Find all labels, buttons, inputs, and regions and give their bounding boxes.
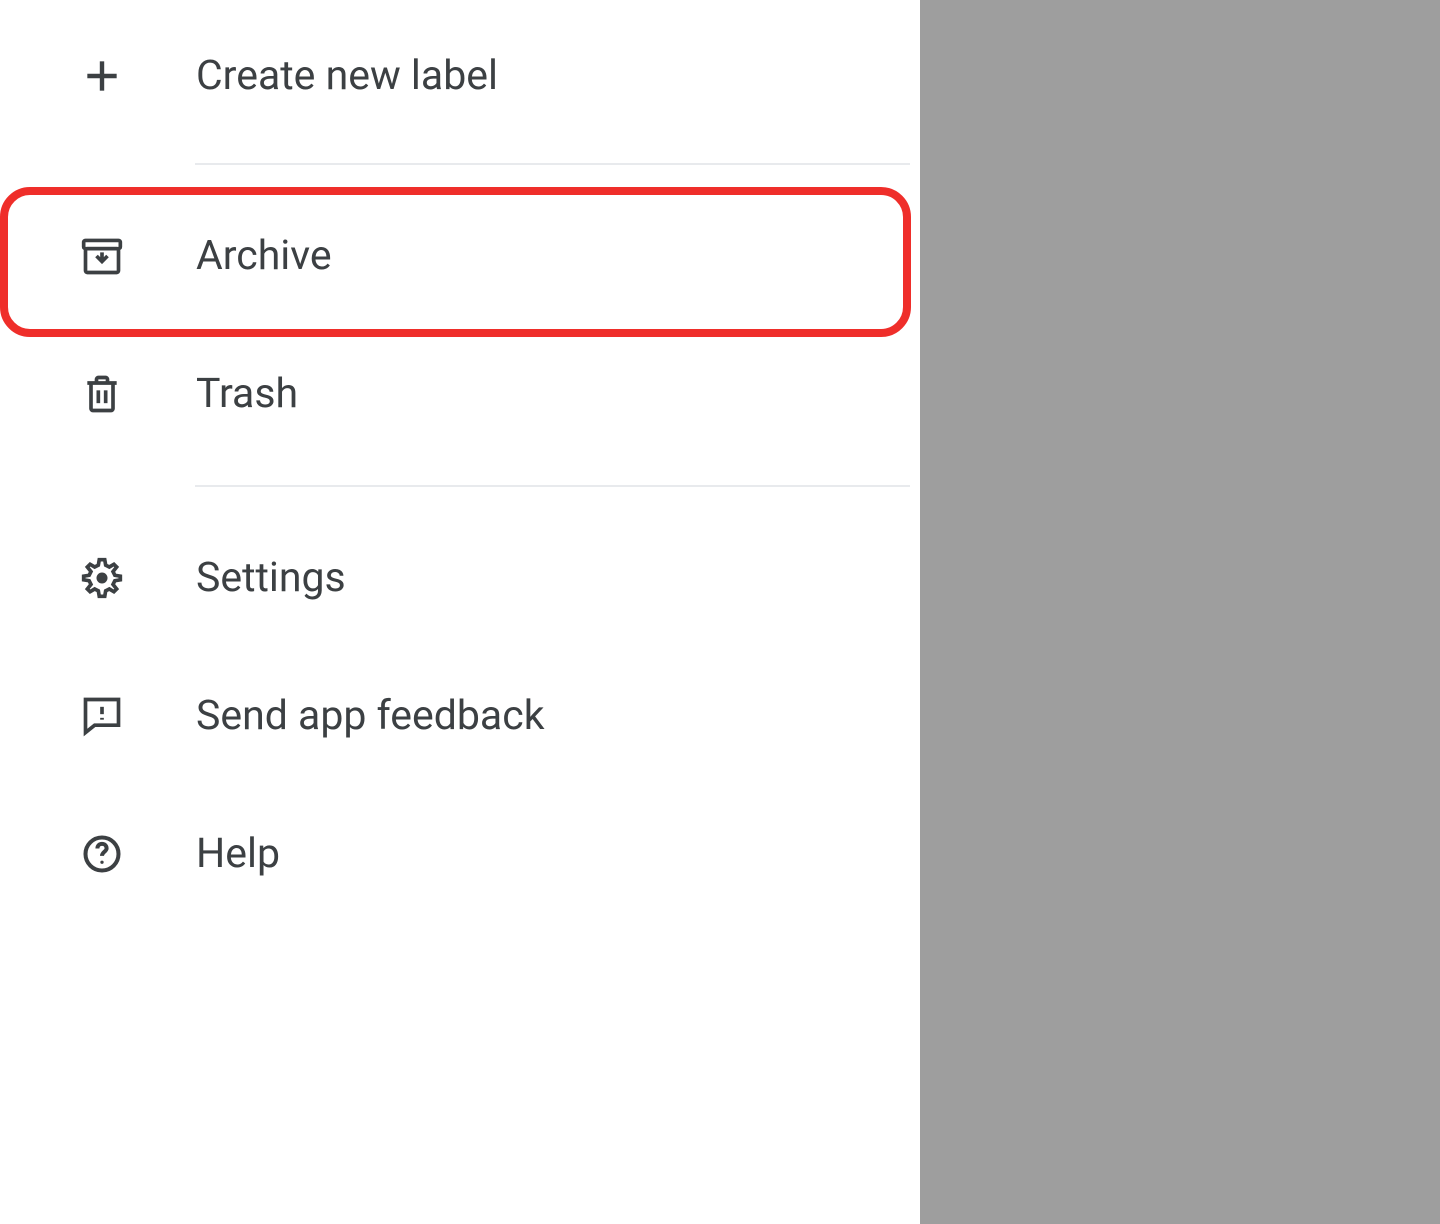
menu-item-label: Help (196, 830, 280, 878)
menu-item-label: Send app feedback (196, 692, 544, 740)
create-new-label-item[interactable]: Create new label (0, 7, 920, 145)
send-feedback-item[interactable]: Send app feedback (0, 647, 920, 785)
menu-item-label: Archive (196, 232, 332, 280)
archive-item[interactable]: Archive (0, 187, 920, 325)
trash-icon (78, 370, 126, 418)
navigation-drawer: Create new label Archive Trash (0, 0, 920, 1224)
feedback-icon (78, 692, 126, 740)
archive-icon (78, 232, 126, 280)
help-item[interactable]: Help (0, 785, 920, 923)
menu-item-label: Trash (196, 370, 298, 418)
help-icon (78, 830, 126, 878)
trash-item[interactable]: Trash (0, 325, 920, 463)
settings-item[interactable]: Settings (0, 509, 920, 647)
menu-item-label: Settings (196, 554, 346, 602)
menu-item-label: Create new label (196, 52, 498, 100)
plus-icon (78, 52, 126, 100)
gear-icon (78, 554, 126, 602)
